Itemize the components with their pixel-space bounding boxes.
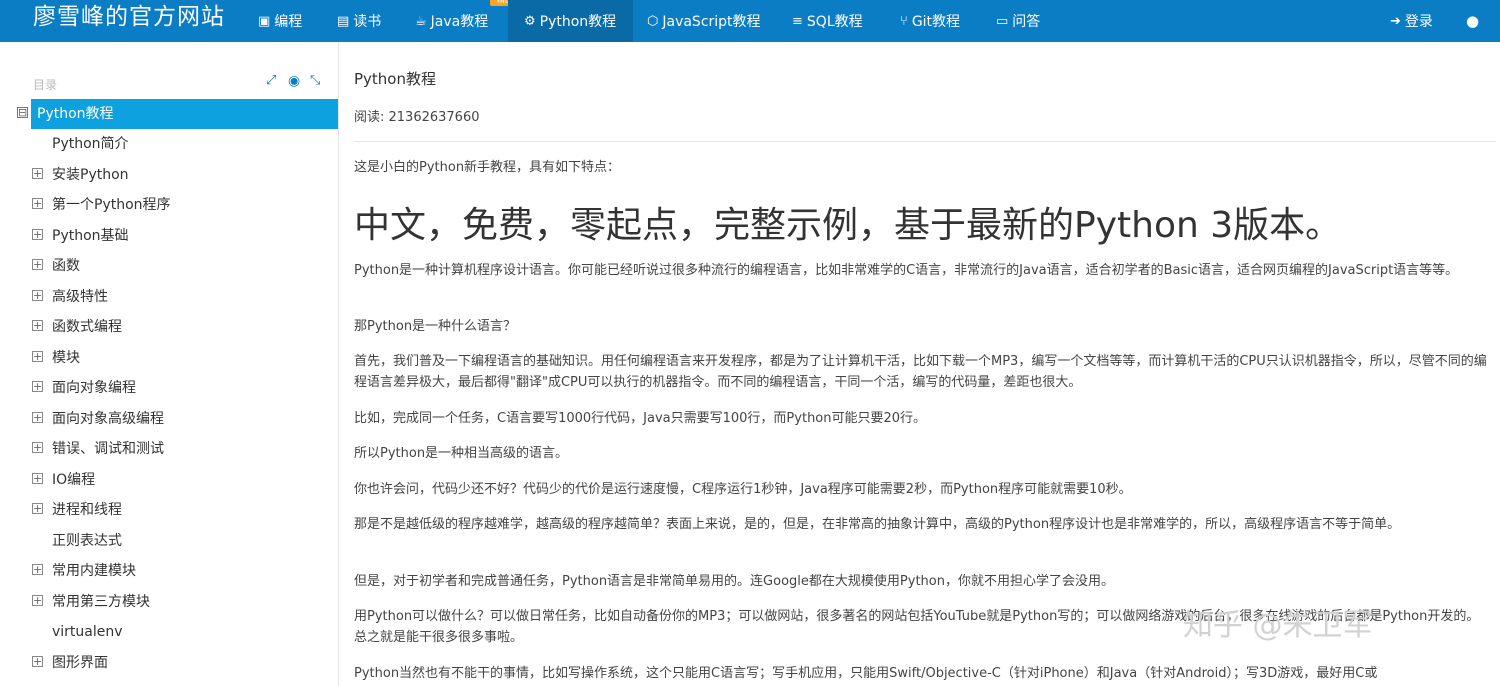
toc-item[interactable]: + 面向对象高级编程: [0, 404, 338, 434]
python-icon: ⚙: [524, 13, 536, 29]
toc-item-label: Python教程: [37, 106, 114, 122]
toc-item-label: 错误、调试和测试: [52, 441, 164, 457]
nav-python-tutorial[interactable]: ⚙ Python教程: [508, 0, 633, 42]
toc-item-label: 面向对象高级编程: [52, 411, 164, 427]
toc-item[interactable]: + 面向对象编程: [0, 373, 338, 403]
toc-item[interactable]: + 常用内建模块: [0, 556, 338, 586]
nav-git-tutorial[interactable]: ⑂ Git教程: [900, 0, 960, 42]
paragraph: 所以Python是一种相当高级的语言。: [354, 446, 569, 461]
paragraph: 你也许会问，代码少还不好？代码少的代价是运行速度慢，C程序运行1秒钟，Java程…: [354, 482, 1132, 497]
nav-sql-tutorial[interactable]: ≡ SQL教程: [792, 0, 863, 42]
toc-item[interactable]: + 高级特性: [0, 282, 338, 312]
expand-toggle-icon[interactable]: +: [32, 290, 43, 301]
toc-item-label: 第一个Python程序: [52, 197, 171, 213]
toc-item[interactable]: + 安装Python: [0, 160, 338, 190]
toc-item-label: Python简介: [52, 136, 129, 152]
toc-item[interactable]: + 错误、调试和测试: [0, 434, 338, 464]
sign-in-icon: ➔: [1390, 13, 1401, 29]
nav-reading[interactable]: ▤ 读书: [337, 0, 381, 42]
intro-paragraph: 这是小白的Python新手教程，具有如下特点：: [354, 160, 621, 175]
paragraph: Python当然也有不能干的事情，比如写操作系统，这个只能用C语言写；写手机应用…: [354, 666, 1378, 681]
toc-item-label: 函数式编程: [52, 319, 122, 335]
expand-toggle-icon[interactable]: +: [32, 351, 43, 362]
collapse-icon[interactable]: ⤡: [310, 73, 320, 88]
paragraph: 比如，完成同一个任务，C语言要写1000行代码，Java只需要写100行，而Py…: [354, 411, 927, 426]
toc-item-label: Python基础: [52, 228, 129, 244]
expand-toggle-icon[interactable]: +: [32, 412, 43, 423]
expand-icon[interactable]: ⤢: [266, 73, 276, 88]
toc-item[interactable]: + IO编程: [0, 465, 338, 495]
toc-item-label: 函数: [52, 258, 80, 274]
expand-toggle-icon[interactable]: +: [32, 320, 43, 331]
toc-sidebar: 目录 ⤢ ◉ ⤡ ⊟ Python教程 Python简介 + 安装Python + 第一个P…: [0, 42, 339, 686]
nav-qa[interactable]: ▭ 问答: [996, 0, 1040, 42]
javascript-icon: ⬡: [647, 13, 659, 29]
globe-icon: ●: [1466, 12, 1480, 30]
read-count: 阅读: 21362637660: [354, 106, 480, 125]
main-content: Python教程 阅读: 21362637660 这是小白的Python新手教程…: [354, 42, 1500, 686]
globe-button[interactable]: ●: [1466, 0, 1479, 42]
expand-toggle-icon[interactable]: +: [32, 503, 43, 514]
divider: [354, 141, 1496, 142]
watermark: 知乎 @朱卫军: [1183, 608, 1373, 643]
toc-item-label: 高级特性: [52, 289, 108, 305]
toc-item[interactable]: + 函数: [0, 251, 338, 281]
window-icon: ▣: [258, 13, 271, 29]
nav-javascript-tutorial[interactable]: ⬡ JavaScript教程: [647, 0, 761, 42]
paragraph: 那是不是越低级的程序越难学，越高级的程序越简单？表面上来说，是的，但是，在非常高…: [354, 517, 1401, 532]
toc-item-label: 面向对象编程: [52, 380, 136, 396]
toc-item[interactable]: + 图形界面: [0, 648, 338, 678]
toc-item[interactable]: 正则表达式: [0, 526, 338, 556]
toc-item[interactable]: + 函数式编程: [0, 312, 338, 342]
paragraph: 那Python是一种什么语言？: [354, 319, 517, 334]
toc-item-label: 正则表达式: [52, 533, 122, 549]
toc-item-label: 模块: [52, 350, 80, 366]
database-icon: ≡: [792, 13, 803, 29]
toc-item[interactable]: + 常用第三方模块: [0, 587, 338, 617]
paragraph: 首先，我们普及一下编程语言的基础知识。用任何编程语言来开发程序，都是为了让计算机…: [354, 354, 1487, 390]
expand-toggle-icon[interactable]: +: [32, 381, 43, 392]
toc-label: 目录: [33, 78, 58, 92]
book-icon: ▤: [337, 13, 350, 29]
expand-toggle-icon[interactable]: +: [32, 442, 43, 453]
toc-item-label: virtualenv: [52, 624, 123, 640]
expand-toggle-icon[interactable]: +: [32, 198, 43, 209]
read-label: 阅读:: [354, 110, 389, 125]
toc-item-label: 常用内建模块: [52, 563, 136, 579]
paragraph: Python是一种计算机程序设计语言。你可能已经听说过很多种流行的编程语言，比如…: [354, 263, 1459, 278]
toc-item-label: 安装Python: [52, 167, 129, 183]
read-count-value: 21362637660: [388, 110, 480, 125]
comment-icon: ▭: [996, 13, 1009, 29]
toc-item[interactable]: + 模块: [0, 343, 338, 373]
target-icon[interactable]: ◉: [288, 73, 300, 89]
site-brand[interactable]: 廖雪峰的官方网站: [33, 2, 225, 32]
expand-toggle-icon[interactable]: +: [32, 473, 43, 484]
toc-item[interactable]: + 第一个Python程序: [0, 190, 338, 220]
login-button[interactable]: ➔ 登录: [1390, 0, 1433, 42]
git-branch-icon: ⑂: [900, 13, 908, 29]
toc-item-label: 进程和线程: [52, 502, 122, 518]
toc-item[interactable]: + 进程和线程: [0, 495, 338, 525]
expand-toggle-icon[interactable]: +: [32, 168, 43, 179]
toc-item[interactable]: virtualenv: [0, 617, 338, 647]
toc-item[interactable]: Python简介: [0, 129, 338, 159]
expand-toggle-icon[interactable]: +: [32, 259, 43, 270]
coffee-icon: ☕: [415, 13, 427, 29]
expand-toggle-icon[interactable]: +: [32, 656, 43, 667]
toc-item-label: 常用第三方模块: [52, 594, 150, 610]
collapse-toggle-icon[interactable]: ⊟: [17, 107, 28, 118]
expand-toggle-icon[interactable]: +: [32, 564, 43, 575]
paragraph: 但是，对于初学者和完成普通任务，Python语言是非常简单易用的。连Google…: [354, 574, 1114, 589]
nav-programming[interactable]: ▣ 编程: [258, 0, 302, 42]
nav-java-tutorial[interactable]: ☕ Java教程: [415, 0, 488, 42]
expand-toggle-icon[interactable]: +: [32, 229, 43, 240]
expand-toggle-icon[interactable]: +: [32, 595, 43, 606]
toc-item-label: IO编程: [52, 472, 96, 488]
page-title: Python教程: [354, 70, 436, 88]
toc-item[interactable]: + Python基础: [0, 221, 338, 251]
headline: 中文，免费，零起点，完整示例，基于最新的Python 3版本。: [354, 205, 1342, 246]
toc-item[interactable]: ⊟ Python教程: [17, 99, 338, 129]
top-navbar: 廖雪峰的官方网站 ▣编程 ▤读书 ☕Java教程 精品 ⚙Python教程 ⬡J…: [0, 0, 1500, 42]
toc-item-label: 图形界面: [52, 655, 108, 671]
